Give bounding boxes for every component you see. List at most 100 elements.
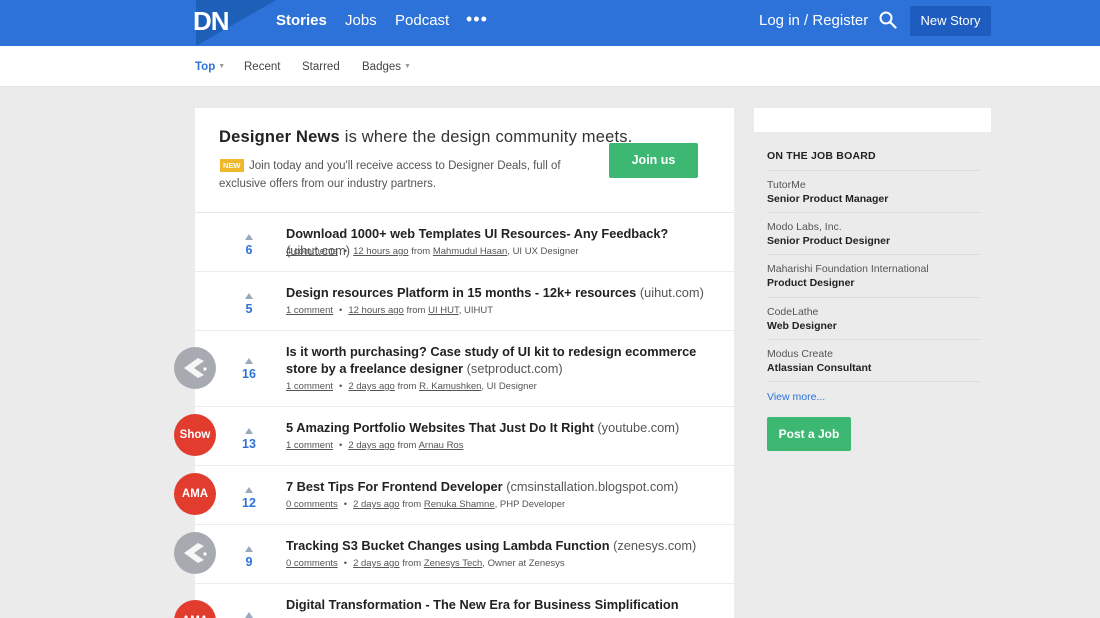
logo-mark-badge[interactable] <box>174 532 216 574</box>
story-title-text: Digital Transformation - The New Era for… <box>286 597 679 612</box>
comments-link[interactable]: 4 comments <box>286 246 338 257</box>
author-role: , UI Designer <box>481 381 537 392</box>
vote-count: 16 <box>242 367 256 381</box>
job-listing[interactable]: Modo Labs, Inc. Senior Product Designer <box>767 212 980 254</box>
story-row: 6 Download 1000+ web Templates UI Resour… <box>195 213 734 272</box>
nav-stories[interactable]: Stories <box>276 12 327 30</box>
story-title[interactable]: 7 Best Tips For Frontend Developer (cmsi… <box>286 478 726 495</box>
job-listing[interactable]: Modus Create Atlassian Consultant <box>767 339 980 382</box>
welcome-tagline: is where the design community meets. <box>344 128 633 146</box>
story-meta: 0 comments • 2 days ago from Zenesys Tech,… <box>286 558 565 570</box>
welcome-panel: Designer News is where the design commun… <box>195 108 734 213</box>
comments-link[interactable]: 0 comments <box>286 499 338 510</box>
upvote-arrow-icon <box>245 358 253 364</box>
time-link[interactable]: 2 days ago <box>348 440 394 451</box>
vote-count: 9 <box>245 555 253 569</box>
upvote-button[interactable]: 16 <box>235 358 263 381</box>
story-title[interactable]: Design resources Platform in 15 months -… <box>286 284 726 301</box>
comments-link[interactable]: 1 comment <box>286 440 333 451</box>
comments-link[interactable]: 1 comment <box>286 381 333 392</box>
upvote-arrow-icon <box>245 293 253 299</box>
time-link[interactable]: 12 hours ago <box>348 305 403 316</box>
story-domain: (uihut.com) <box>639 285 704 300</box>
story-title[interactable]: Tracking S3 Bucket Changes using Lambda … <box>286 537 726 554</box>
story-row: Digital Transformation - The New Era for… <box>195 584 734 618</box>
author-role: , PHP Developer <box>494 499 566 510</box>
dn-logo[interactable]: DN <box>193 7 230 35</box>
story-title[interactable]: Digital Transformation - The New Era for… <box>286 596 726 613</box>
upvote-button[interactable]: 13 <box>235 428 263 451</box>
job-company: CodeLathe <box>767 306 819 318</box>
time-link[interactable]: 2 days ago <box>353 558 399 569</box>
subnav-starred[interactable]: Starred <box>302 60 340 74</box>
story-title[interactable]: Is it worth purchasing? Case study of UI… <box>286 343 716 377</box>
job-role: Senior Product Designer <box>767 235 891 247</box>
vote-count: 6 <box>245 243 253 257</box>
author-link[interactable]: UI HUT <box>428 305 459 316</box>
upvote-button[interactable]: 6 <box>235 234 263 257</box>
job-company: TutorMe <box>767 179 806 191</box>
meta-dot: • <box>343 499 348 510</box>
login-register-link[interactable]: Log in / Register <box>759 12 868 30</box>
comments-link[interactable]: 1 comment <box>286 305 333 316</box>
job-listing[interactable]: TutorMe Senior Product Manager <box>767 170 980 212</box>
job-board-heading: ON THE JOB BOARD <box>767 150 876 162</box>
job-role: Web Designer <box>767 320 837 332</box>
show-badge[interactable]: Show <box>174 414 216 456</box>
story-row: 9 Tracking S3 Bucket Changes using Lambd… <box>195 525 734 584</box>
meta-dot: • <box>339 305 343 316</box>
nav-jobs[interactable]: Jobs <box>345 12 377 30</box>
search-icon[interactable] <box>879 11 897 29</box>
from-label: from <box>411 246 431 257</box>
from-label: from <box>397 440 417 451</box>
comments-link[interactable]: 0 comments <box>286 558 338 569</box>
ama-badge[interactable]: AMA <box>174 473 216 515</box>
author-link[interactable]: Arnau Ros <box>419 440 464 451</box>
story-title-text: Design resources Platform in 15 months -… <box>286 285 637 300</box>
welcome-title: Designer News is where the design commun… <box>219 128 633 147</box>
new-story-button[interactable]: New Story <box>910 6 991 36</box>
view-more-jobs-link[interactable]: View more... <box>767 391 825 403</box>
subnav-top[interactable]: Top ▼ <box>195 60 225 74</box>
upvote-button[interactable]: 5 <box>235 293 263 316</box>
author-link[interactable]: Mahmudul Hasan <box>433 246 507 257</box>
story-title[interactable]: 5 Amazing Portfolio Websites That Just D… <box>286 419 726 436</box>
job-company: Modus Create <box>767 348 833 360</box>
story-domain: (zenesys.com) <box>613 538 697 553</box>
job-role: Atlassian Consultant <box>767 362 872 374</box>
upvote-arrow-icon <box>245 487 253 493</box>
vote-count: 12 <box>242 496 256 510</box>
nav-podcast[interactable]: Podcast <box>395 12 449 30</box>
job-listing[interactable]: CodeLathe Web Designer <box>767 297 980 339</box>
story-domain: (setproduct.com) <box>466 361 563 376</box>
story-title-text: 7 Best Tips For Frontend Developer <box>286 479 503 494</box>
subnav-recent[interactable]: Recent <box>244 60 280 74</box>
author-link[interactable]: Zenesys Tech <box>424 558 482 569</box>
join-us-button[interactable]: Join us <box>609 143 698 178</box>
meta-dot: • <box>343 558 348 569</box>
subnav-top-label: Top <box>195 61 216 73</box>
author-link[interactable]: R. Kamushken <box>419 381 481 392</box>
time-link[interactable]: 2 days ago <box>348 381 394 392</box>
subnav-badges[interactable]: Badges ▼ <box>362 60 411 74</box>
job-company: Modo Labs, Inc. <box>767 221 842 233</box>
story-meta: 1 comment • 2 days ago from Arnau Ros <box>286 440 463 452</box>
chevron-down-icon: ▼ <box>404 63 411 70</box>
dn-mark-icon <box>184 543 207 563</box>
story-feed: Designer News is where the design commun… <box>195 108 734 618</box>
time-link[interactable]: 2 days ago <box>353 499 399 510</box>
story-title-text: Download 1000+ web Templates UI Resource… <box>286 226 669 241</box>
more-menu-icon[interactable]: ••• <box>466 9 488 30</box>
story-meta: 1 comment • 2 days ago from R. Kamushken, … <box>286 381 537 393</box>
brand-name: Designer News <box>219 128 340 146</box>
upvote-button[interactable]: 12 <box>235 487 263 510</box>
sidebar-ad-slot <box>754 108 991 132</box>
logo-mark-badge[interactable] <box>174 347 216 389</box>
author-link[interactable]: Renuka Shamne <box>424 499 495 510</box>
upvote-button[interactable] <box>235 612 263 618</box>
job-role: Product Designer <box>767 277 855 289</box>
time-link[interactable]: 12 hours ago <box>353 246 408 257</box>
job-listing[interactable]: Maharishi Foundation International Produ… <box>767 254 980 296</box>
post-a-job-button[interactable]: Post a Job <box>767 417 851 451</box>
upvote-button[interactable]: 9 <box>235 546 263 569</box>
